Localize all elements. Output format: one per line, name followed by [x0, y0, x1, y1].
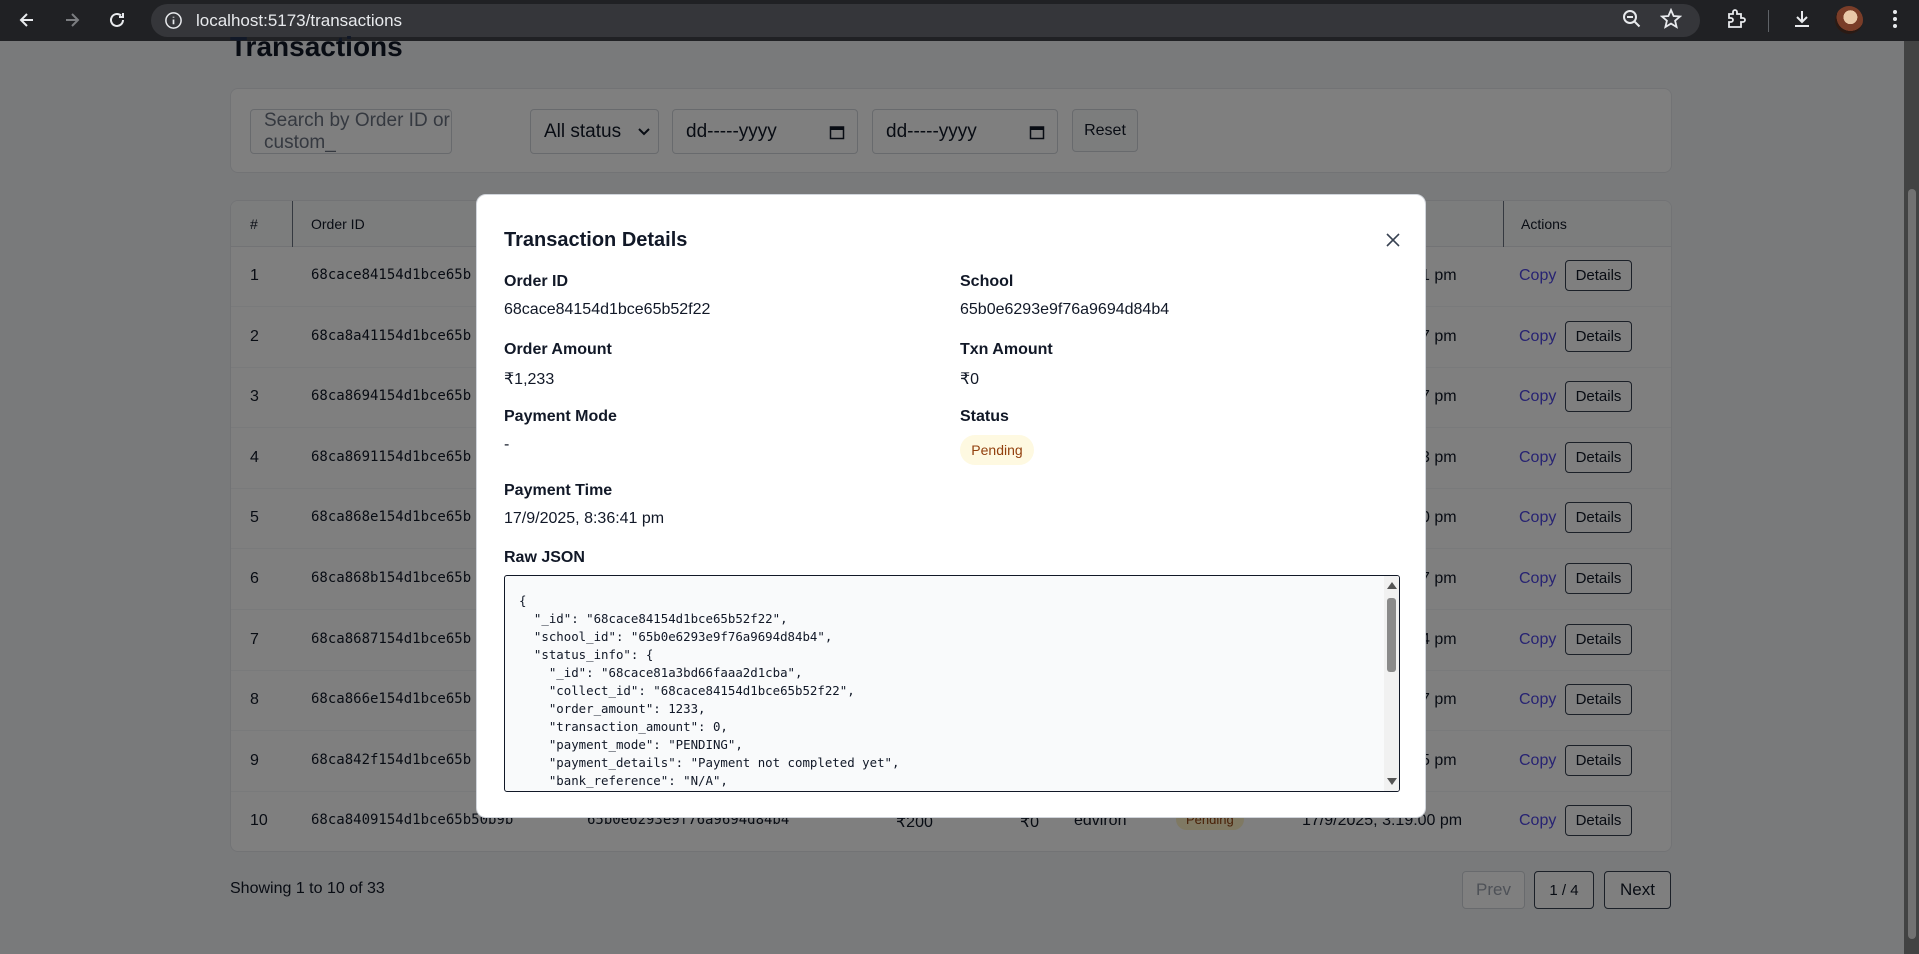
raw-json-text: { "_id": "68cace84154d1bce65b52f22", "sc…	[519, 593, 900, 788]
bookmark-star-icon[interactable]	[1659, 7, 1683, 35]
zoom-icon[interactable]	[1621, 8, 1643, 35]
order-amount-value: ₹1,233	[504, 371, 555, 388]
txn-amount-value: ₹0	[960, 371, 980, 388]
page-scrollbar[interactable]	[1904, 41, 1919, 954]
transaction-details-modal: Transaction Details Order ID 68cace84154…	[476, 194, 1426, 818]
scroll-down-arrow-icon[interactable]	[1387, 778, 1397, 785]
close-icon[interactable]	[1381, 228, 1405, 252]
extensions-icon[interactable]	[1725, 8, 1747, 35]
back-icon[interactable]	[15, 8, 39, 32]
site-info-icon[interactable]	[164, 11, 183, 30]
order-id-value: 68cace84154d1bce65b52f22	[504, 301, 711, 318]
school-label: School	[960, 273, 1014, 290]
modal-title: Transaction Details	[504, 229, 688, 251]
status-label: Status	[960, 408, 1009, 425]
profile-avatar[interactable]	[1835, 6, 1863, 34]
payment-time-value: 17/9/2025, 8:36:41 pm	[504, 510, 665, 527]
payment-mode-label: Payment Mode	[504, 408, 617, 425]
download-icon[interactable]	[1791, 8, 1813, 35]
forward-icon[interactable]	[60, 8, 84, 32]
order-amount-label: Order Amount	[504, 341, 612, 358]
scroll-up-arrow-icon[interactable]	[1387, 582, 1397, 589]
order-id-label: Order ID	[504, 273, 569, 290]
json-scrollbar[interactable]	[1384, 576, 1399, 791]
txn-amount-label: Txn Amount	[960, 341, 1053, 358]
more-menu-icon[interactable]	[1884, 8, 1906, 35]
url-text: localhost:5173/transactions	[196, 10, 403, 30]
reload-icon[interactable]	[105, 8, 129, 32]
school-value: 65b0e6293e9f76a9694d84b4	[960, 301, 1170, 318]
raw-json-viewer[interactable]: { "_id": "68cace84154d1bce65b52f22", "sc…	[504, 575, 1400, 792]
status-badge: Pending	[960, 435, 1034, 465]
json-scrollbar-thumb[interactable]	[1387, 598, 1396, 672]
payment-time-label: Payment Time	[504, 482, 613, 499]
page-scrollbar-thumb[interactable]	[1908, 189, 1916, 939]
toolbar-divider	[1768, 10, 1769, 32]
raw-json-label: Raw JSON	[504, 549, 585, 566]
payment-mode-value: -	[504, 436, 510, 453]
